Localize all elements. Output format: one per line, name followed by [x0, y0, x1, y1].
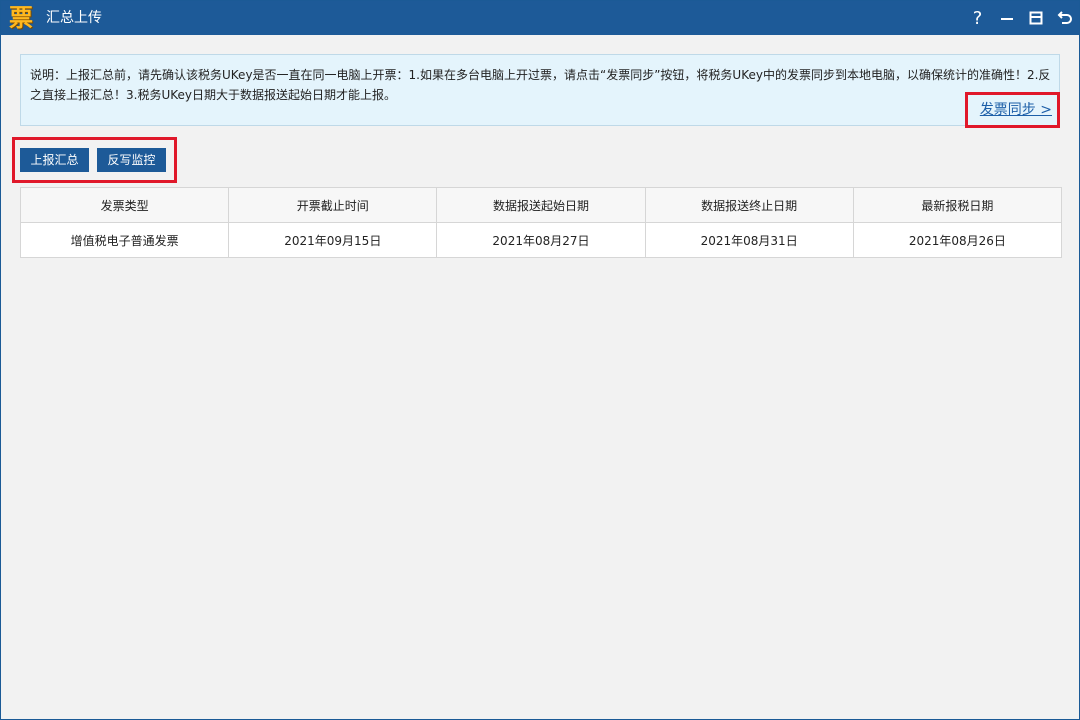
app-window: 票 汇总上传 ? 说明：上报汇总前，请先确认该税务UKey是否一直在同一电脑上开…: [0, 0, 1080, 720]
restore-icon[interactable]: [1021, 1, 1050, 35]
table-cell: 2021年08月31日: [644, 222, 854, 258]
back-icon[interactable]: [1050, 1, 1079, 35]
table-header-row: 发票类型 开票截止时间 数据报送起始日期 数据报送终止日期 最新报税日期: [19, 187, 1063, 223]
column-header: 开票截止时间: [228, 187, 438, 223]
column-header: 最新报税日期: [852, 187, 1063, 223]
app-logo: 票: [9, 4, 33, 32]
writeback-monitor-button[interactable]: 反写监控: [97, 148, 166, 172]
table-cell: 2021年08月27日: [436, 222, 646, 258]
table-cell: 2021年08月26日: [852, 222, 1063, 258]
notice-panel: 说明：上报汇总前，请先确认该税务UKey是否一直在同一电脑上开票：1.如果在多台…: [20, 54, 1060, 126]
table-cell: 2021年09月15日: [228, 222, 438, 258]
column-header: 数据报送终止日期: [644, 187, 854, 223]
window-controls: ?: [963, 1, 1079, 35]
table-row[interactable]: 增值税电子普通发票 2021年09月15日 2021年08月27日 2021年0…: [19, 222, 1063, 258]
table-cell: 增值税电子普通发票: [19, 222, 230, 258]
summary-table: 发票类型 开票截止时间 数据报送起始日期 数据报送终止日期 最新报税日期 增值税…: [19, 187, 1063, 258]
minimize-icon[interactable]: [992, 1, 1021, 35]
column-header: 发票类型: [19, 187, 230, 223]
report-summary-button[interactable]: 上报汇总: [20, 148, 89, 172]
column-header: 数据报送起始日期: [436, 187, 646, 223]
title-bar: 票 汇总上传 ?: [1, 1, 1079, 35]
notice-text: 说明：上报汇总前，请先确认该税务UKey是否一直在同一电脑上开票：1.如果在多台…: [30, 68, 1051, 102]
help-icon[interactable]: ?: [963, 1, 992, 35]
sync-highlight-box: [965, 92, 1060, 128]
window-title: 汇总上传: [46, 10, 102, 26]
